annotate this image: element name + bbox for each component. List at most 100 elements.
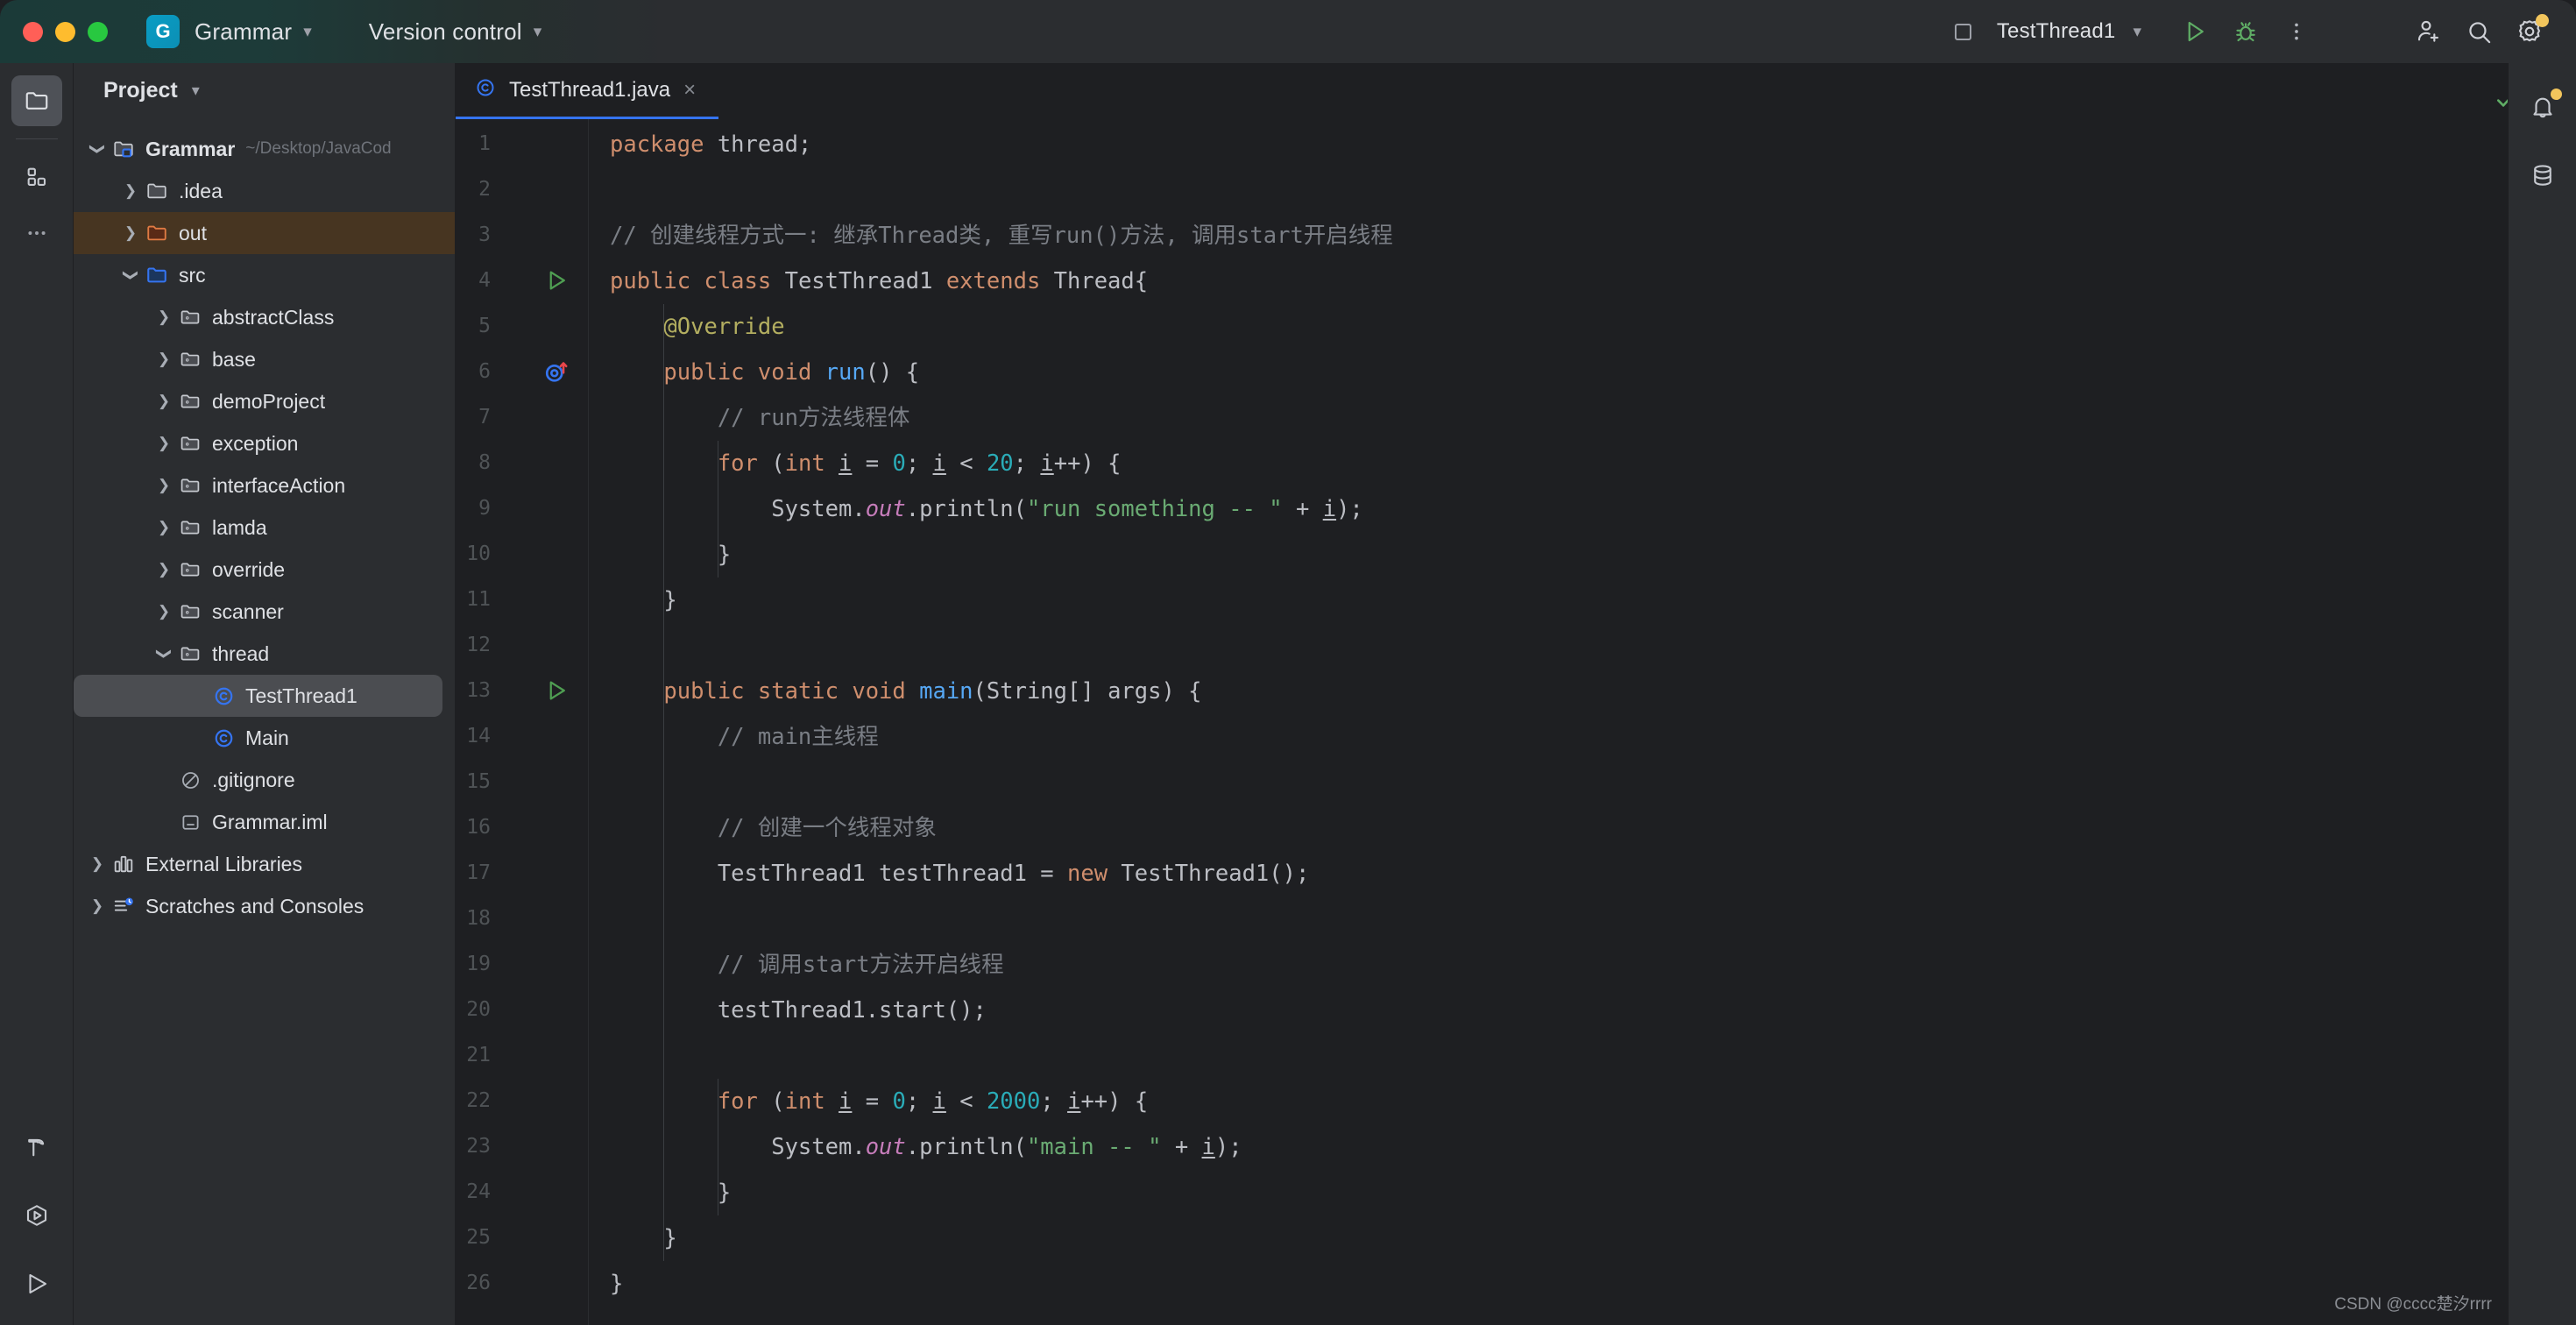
more-actions-button[interactable]	[2274, 9, 2319, 54]
close-icon[interactable]: ×	[683, 78, 696, 103]
line-number: 9	[478, 497, 491, 520]
line-number: 17	[466, 861, 491, 884]
chevron-right-icon[interactable]: ❯	[151, 477, 177, 494]
code-token: i	[1201, 1134, 1215, 1160]
tree-item-scratches-and-consoles[interactable]: ❯ Scratches and Consoles	[74, 885, 455, 927]
tree-item-src[interactable]: ❯ src	[74, 254, 455, 296]
tree-item-label: interfaceAction	[212, 473, 346, 497]
editor-gutter[interactable]: 1 2 3 4 5 6 7 8 9 10 11 12 13 14 15 16 17 18 19 20 21 22 23 24 2…	[456, 119, 589, 1325]
run-method-gutter-icon[interactable]	[543, 677, 570, 708]
code-editor[interactable]: 1 2 3 4 5 6 7 8 9 10 11 12 13 14 15 16 17 18 19 20 21 22 23 24 2…	[456, 119, 2576, 1325]
code-line: for (int i = 0; i < 20; i++) {	[610, 441, 2576, 486]
maximize-window-button[interactable]	[88, 21, 108, 42]
code-content[interactable]: package thread; // 创建线程方式一: 继承Thread类, 重…	[589, 119, 2576, 1325]
code-token: "run something -- "	[1026, 496, 1283, 522]
tree-item-lamda[interactable]: ❯ lamda	[74, 507, 455, 549]
chevron-right-icon[interactable]: ❯	[84, 855, 110, 873]
tree-item-override[interactable]: ❯ override	[74, 549, 455, 591]
debug-button[interactable]	[2223, 9, 2268, 54]
tree-item-interfaceaction[interactable]: ❯ interfaceAction	[74, 464, 455, 507]
code-token: new	[1066, 861, 1108, 887]
tree-item-gitignore[interactable]: .gitignore	[74, 759, 455, 801]
notifications-button[interactable]	[2518, 82, 2567, 131]
chevron-down-icon[interactable]: ❯	[84, 140, 110, 158]
tree-item-external-libraries[interactable]: ❯ External Libraries	[74, 843, 455, 885]
search-button[interactable]	[2456, 9, 2502, 54]
run-tool-window-button[interactable]	[11, 1258, 62, 1309]
tree-item-testthread1[interactable]: TestThread1	[74, 675, 442, 717]
tree-item-demoproject[interactable]: ❯ demoProject	[74, 380, 455, 422]
code-token: .println(	[905, 1134, 1027, 1160]
more-tool-windows-button[interactable]	[11, 208, 62, 259]
chevron-down-icon[interactable]: ❯	[151, 645, 177, 662]
project-panel-header[interactable]: Project ▾	[74, 63, 455, 117]
run-configuration-selector[interactable]: TestThread1 ▾	[1943, 13, 2154, 50]
chevron-right-icon[interactable]: ❯	[117, 182, 144, 200]
tree-item-scanner[interactable]: ❯ scanner	[74, 591, 455, 633]
overriding-method-gutter-icon[interactable]	[543, 358, 573, 389]
version-control-menu[interactable]: Version control ▾	[354, 18, 542, 46]
settings-button[interactable]	[2507, 9, 2552, 54]
chevron-right-icon[interactable]: ❯	[151, 519, 177, 536]
add-user-button[interactable]	[2405, 9, 2451, 54]
editor-tab-bar: TestThread1.java ×	[456, 63, 2576, 119]
tree-item-out[interactable]: ❯ out	[74, 212, 455, 254]
code-token: public void	[663, 359, 812, 386]
tree-item-label: Main	[245, 726, 289, 749]
code-line: }	[610, 1170, 2576, 1215]
tree-item-label: TestThread1	[245, 684, 357, 707]
chevron-right-icon[interactable]: ❯	[151, 351, 177, 368]
project-tool-window-button[interactable]	[11, 75, 62, 126]
tree-item-abstractclass[interactable]: ❯ abstractClass	[74, 296, 455, 338]
code-token: 20	[986, 450, 1014, 477]
code-token: i	[932, 1088, 946, 1115]
tree-item-exception[interactable]: ❯ exception	[74, 422, 455, 464]
tree-item-thread[interactable]: ❯ thread	[74, 633, 455, 675]
project-name-menu[interactable]: Grammar ▾	[180, 18, 312, 46]
code-token: (	[757, 1088, 785, 1115]
package-icon	[177, 474, 203, 497]
run-button[interactable]	[2172, 9, 2218, 54]
chevron-right-icon[interactable]: ❯	[117, 224, 144, 242]
code-token: for	[717, 1088, 758, 1115]
code-line: }	[610, 532, 2576, 577]
right-tool-rail	[2508, 63, 2576, 1325]
chevron-right-icon[interactable]: ❯	[151, 393, 177, 410]
code-line: }	[610, 1261, 2576, 1307]
build-tool-window-button[interactable]	[11, 1122, 62, 1173]
services-tool-window-button[interactable]	[11, 1190, 62, 1241]
chevron-right-icon[interactable]: ❯	[151, 561, 177, 578]
run-class-gutter-icon[interactable]	[543, 267, 570, 298]
code-token: i	[839, 450, 853, 477]
editor-tab-label: TestThread1.java	[509, 77, 671, 102]
minimize-window-button[interactable]	[55, 21, 75, 42]
tree-item-idea[interactable]: ❯ .idea	[74, 170, 455, 212]
database-button[interactable]	[2518, 151, 2567, 200]
java-class-icon	[210, 685, 237, 707]
editor-area: TestThread1.java × 1 2 3 4 5 6 7 8 9 10 11 12 13 14 15…	[456, 63, 2576, 1325]
code-token: <	[945, 1088, 987, 1115]
close-window-button[interactable]	[23, 21, 43, 42]
editor-tab-testthread1[interactable]: TestThread1.java ×	[456, 63, 719, 119]
chevron-right-icon[interactable]: ❯	[84, 897, 110, 915]
chevron-right-icon[interactable]: ❯	[151, 308, 177, 326]
tree-item-grammar[interactable]: ❯ Grammar ~/Desktop/JavaCod	[74, 128, 455, 170]
line-number: 16	[466, 816, 491, 839]
code-token: ;	[905, 1088, 933, 1115]
commit-tool-window-button[interactable]	[11, 152, 62, 202]
rail-divider	[15, 138, 58, 139]
tree-item-main[interactable]: Main	[74, 717, 455, 759]
code-token: // 创建一个线程对象	[610, 815, 937, 841]
tree-item-label: demoProject	[212, 389, 326, 413]
chevron-right-icon[interactable]: ❯	[151, 603, 177, 620]
tree-item-grammar-iml[interactable]: Grammar.iml	[74, 801, 455, 843]
line-number: 3	[478, 223, 491, 246]
tree-item-base[interactable]: ❯ base	[74, 338, 455, 380]
chevron-down-icon[interactable]: ❯	[117, 266, 144, 284]
iml-icon	[177, 811, 203, 833]
chevron-right-icon[interactable]: ❯	[151, 435, 177, 452]
package-icon	[177, 390, 203, 413]
project-tree[interactable]: ❯ Grammar ~/Desktop/JavaCod ❯ .idea ❯ out ❯ src ❯…	[74, 117, 455, 927]
